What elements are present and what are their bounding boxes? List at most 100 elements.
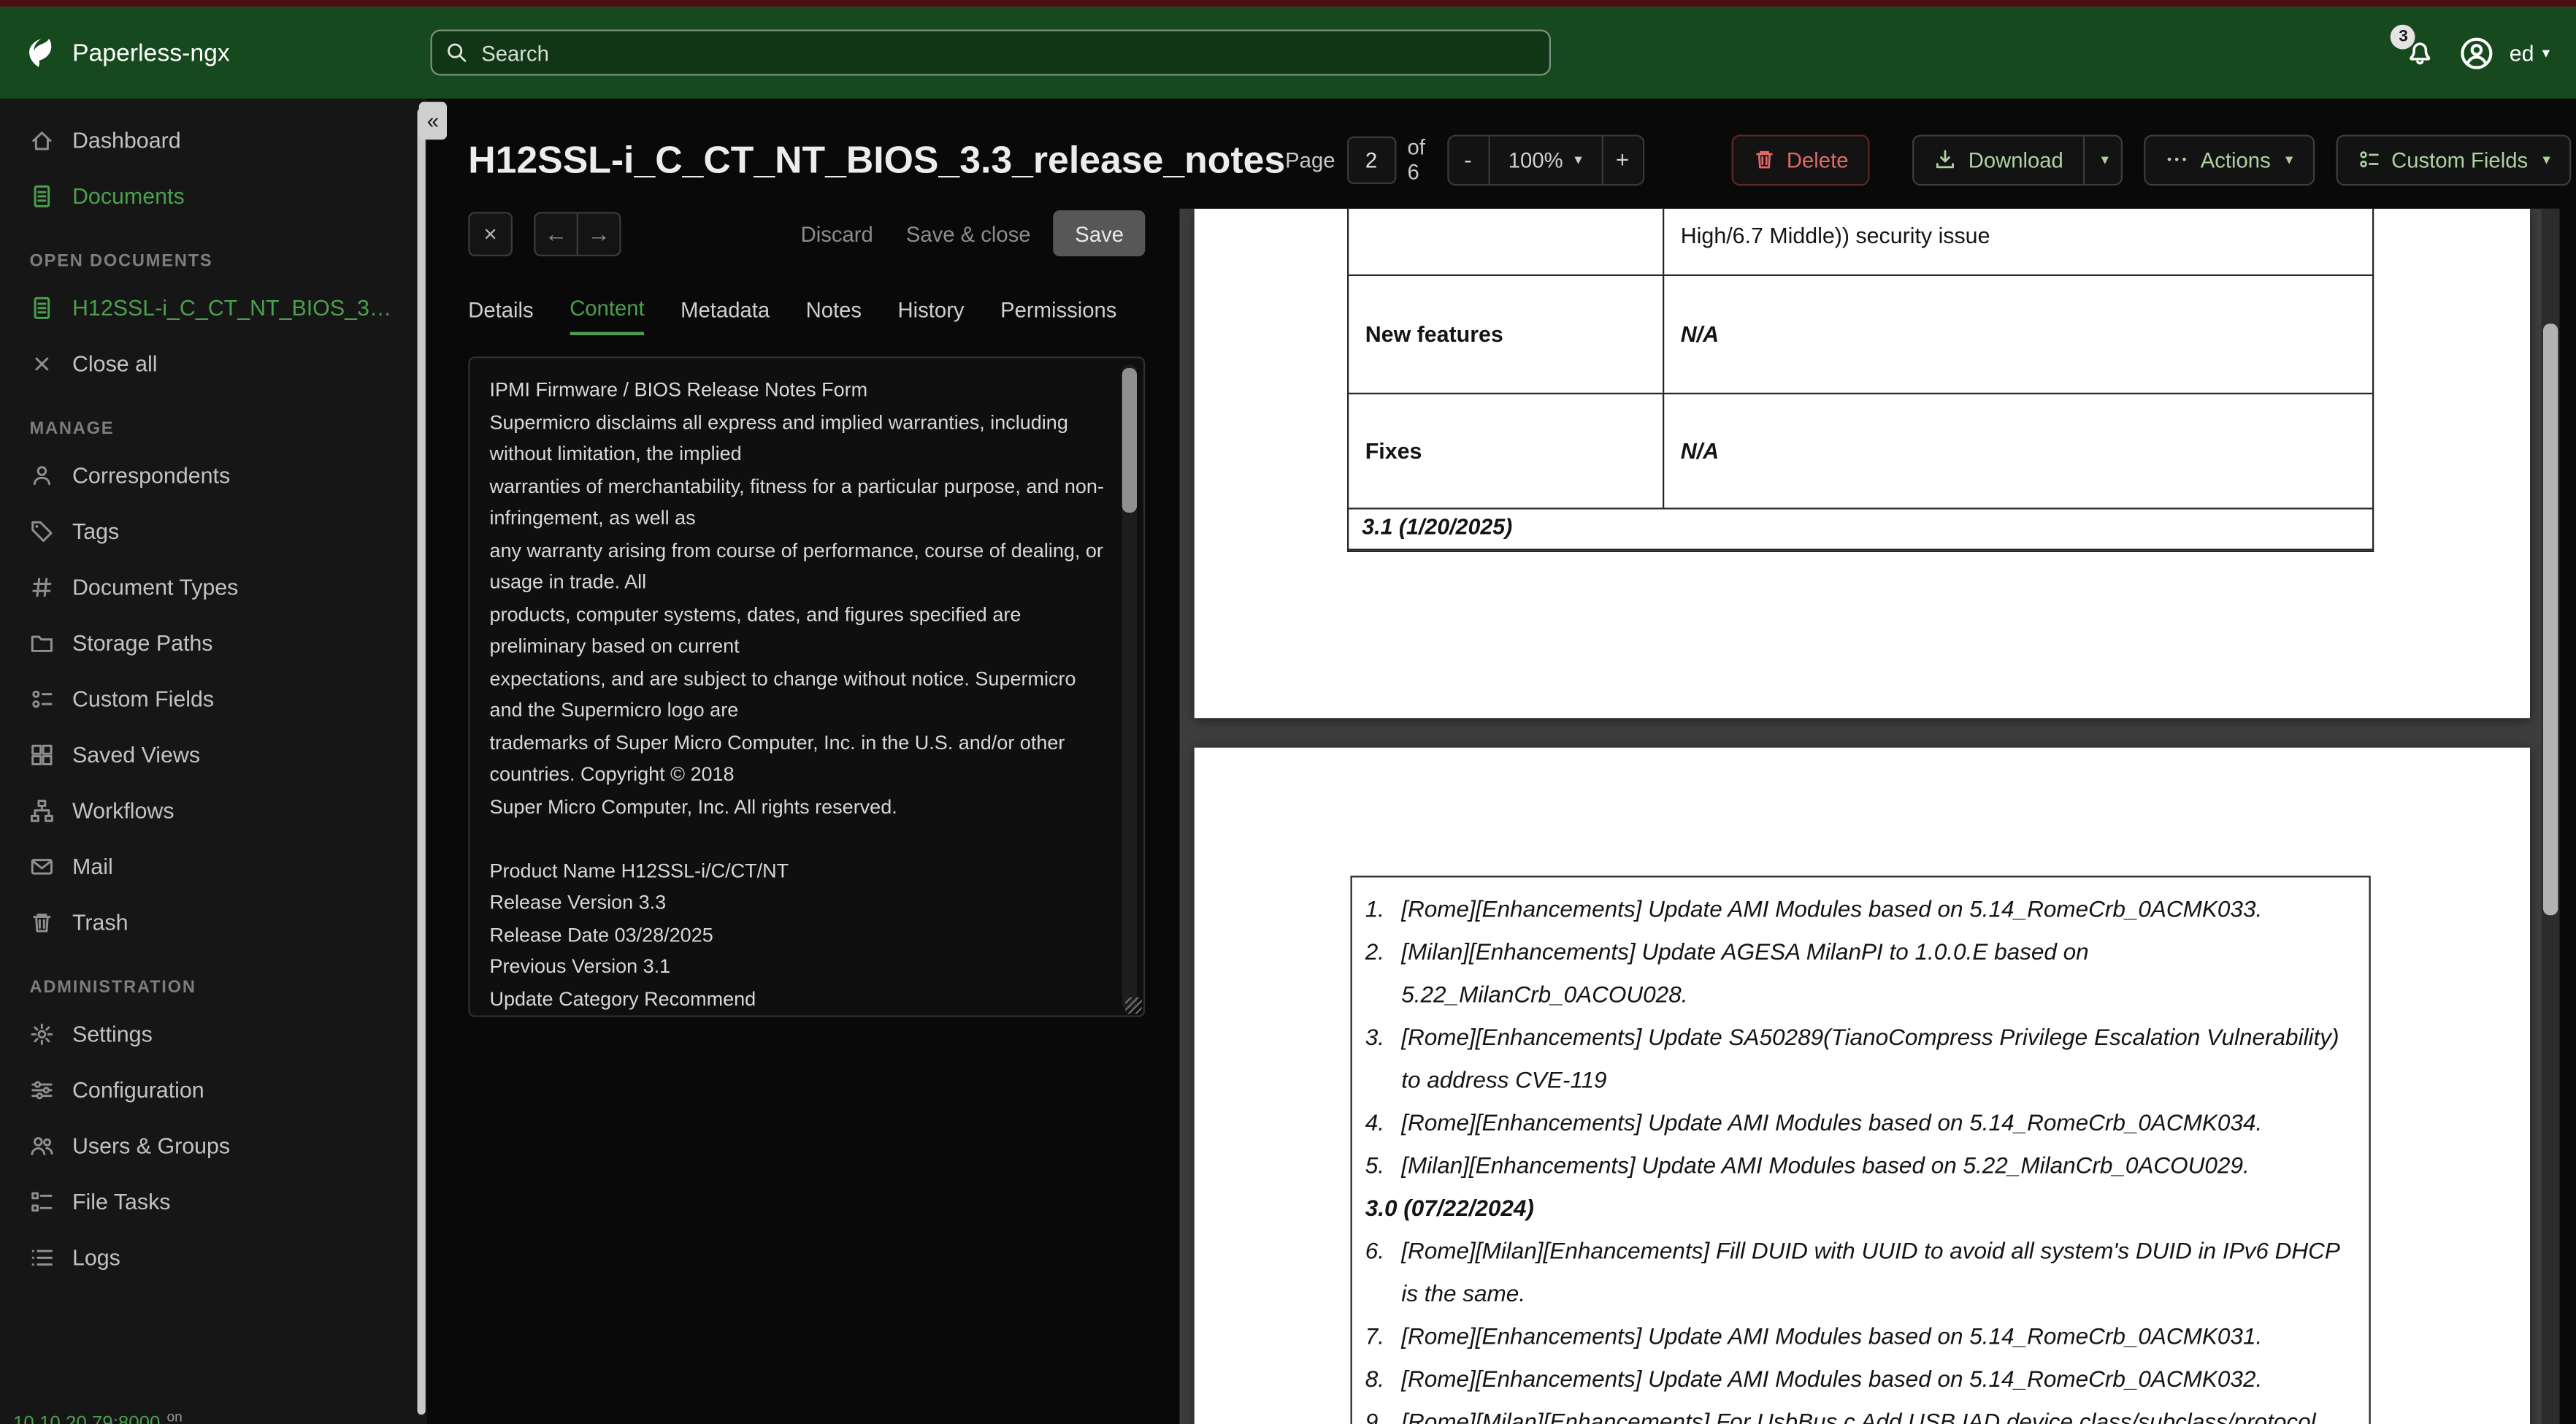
delete-button[interactable]: Delete bbox=[1730, 134, 1870, 185]
sidebar-item-label: Trash bbox=[72, 909, 129, 935]
sidebar-item-label: Settings bbox=[72, 1021, 153, 1046]
sidebar-item-label: Document Types bbox=[72, 574, 239, 600]
zoom-controls: - 100% ▾ + bbox=[1446, 134, 1644, 185]
close-all-label: Close all bbox=[72, 351, 158, 376]
tab-content[interactable]: Content bbox=[570, 296, 645, 335]
sidebar-item-trash[interactable]: Trash bbox=[0, 894, 427, 950]
document-content-textarea[interactable]: IPMI Firmware / BIOS Release Notes Form … bbox=[468, 356, 1146, 1017]
folder-icon bbox=[31, 635, 53, 651]
sidebar-item-storage-paths[interactable]: Storage Paths bbox=[0, 615, 427, 671]
sidebar-item-label: Documents bbox=[72, 183, 185, 208]
table-cell-value: High/6.7 Middle)) security issue bbox=[1680, 223, 1990, 248]
release-note-item: 1. [Rome][Enhancements] Update AMI Modul… bbox=[1362, 887, 2355, 930]
download-dropdown-button[interactable]: ▾ bbox=[2085, 134, 2124, 185]
item-number: 3. bbox=[1365, 1023, 1385, 1050]
sidebar-item-label: Logs bbox=[72, 1244, 120, 1270]
zoom-select[interactable]: 100% ▾ bbox=[1487, 134, 1603, 185]
sidebar-item-custom-fields[interactable]: Custom Fields bbox=[0, 670, 427, 727]
sidebar-item-mail[interactable]: Mail bbox=[0, 838, 427, 895]
editor-toolbar: × ← → Discard Save & close Save bbox=[468, 210, 1146, 256]
brand[interactable]: Paperless-ngx bbox=[0, 35, 431, 69]
document-nav-buttons: ← → bbox=[534, 211, 621, 256]
zoom-in-button[interactable]: + bbox=[1601, 134, 1644, 185]
toggles-icon bbox=[2359, 151, 2378, 168]
people-icon bbox=[31, 1136, 53, 1155]
table-row: Fixes N/A bbox=[1349, 394, 2372, 510]
release-notes-list-box: 1. [Rome][Enhancements] Update AMI Modul… bbox=[1350, 876, 2371, 1424]
page-total: of 6 bbox=[1407, 134, 1425, 185]
tab-history[interactable]: History bbox=[898, 296, 965, 335]
sidebar-scrollbar[interactable] bbox=[417, 108, 426, 1415]
textarea-scrollbar-thumb[interactable] bbox=[1122, 368, 1137, 513]
actions-button[interactable]: Actions ▾ bbox=[2144, 134, 2315, 185]
sidebar-item-file-tasks[interactable]: File Tasks bbox=[0, 1174, 427, 1230]
table-row: High/6.7 Middle)) security issue bbox=[1349, 208, 2372, 276]
paperless-logo-icon bbox=[29, 37, 52, 66]
sidebar-item-correspondents[interactable]: Correspondents bbox=[0, 447, 427, 503]
tab-permissions[interactable]: Permissions bbox=[1000, 296, 1116, 335]
sidebar-item-label: Correspondents bbox=[72, 462, 231, 488]
tab-metadata[interactable]: Metadata bbox=[681, 296, 770, 335]
sidebar-item-saved-views[interactable]: Saved Views bbox=[0, 727, 427, 783]
textarea-resize-grip[interactable] bbox=[1125, 997, 1142, 1014]
release-note-item: 7. [Rome][Enhancements] Update AMI Modul… bbox=[1362, 1314, 2355, 1358]
sidebar-item-document-types[interactable]: Document Types bbox=[0, 559, 427, 615]
preview-scrollbar-thumb[interactable] bbox=[2543, 324, 2558, 916]
sidebar-collapse-button[interactable]: « bbox=[418, 102, 447, 140]
tab-notes[interactable]: Notes bbox=[806, 296, 862, 335]
next-document-button[interactable]: → bbox=[576, 211, 621, 256]
search-input[interactable] bbox=[430, 29, 1551, 76]
release-note-item: 6. [Rome][Milan][Enhancements] Fill DUID… bbox=[1362, 1229, 2355, 1314]
sidebar-item-label: Mail bbox=[72, 853, 113, 878]
open-document-label: H12SSL-i_C_CT_NT_BIOS_3.3_rel... bbox=[72, 294, 398, 320]
sidebar-item-logs[interactable]: Logs bbox=[0, 1229, 427, 1285]
sidebar-heading-administration: ADMINISTRATION bbox=[29, 977, 196, 998]
close-document-button[interactable]: × bbox=[468, 211, 513, 256]
arrow-left-icon: ← bbox=[544, 220, 568, 247]
zoom-out-button[interactable]: - bbox=[1446, 134, 1490, 185]
item-text: [Rome][Enhancements] Update AMI Modules … bbox=[1401, 895, 2263, 922]
envelope-icon bbox=[31, 857, 53, 874]
release-note-item: 8. [Rome][Enhancements] Update AMI Modul… bbox=[1362, 1358, 2355, 1401]
release-note-item: 4. [Rome][Enhancements] Update AMI Modul… bbox=[1362, 1101, 2355, 1144]
sidebar-item-workflows[interactable]: Workflows bbox=[0, 782, 427, 838]
custom-fields-button[interactable]: Custom Fields ▾ bbox=[2335, 134, 2572, 185]
sidebar-item-label: Tags bbox=[72, 518, 120, 543]
page-number-input[interactable] bbox=[1346, 135, 1396, 183]
user-menu[interactable]: ed ▾ bbox=[2510, 40, 2550, 65]
sidebar-item-documents[interactable]: Documents bbox=[0, 168, 427, 224]
sidebar-item-configuration[interactable]: Configuration bbox=[0, 1062, 427, 1118]
release-notes-table: High/6.7 Middle)) security issue New fea… bbox=[1347, 208, 2374, 552]
table-cell-value: N/A bbox=[1680, 438, 1720, 464]
editor-tabs: Details Content Metadata Notes History P… bbox=[468, 296, 1145, 335]
sidebar-item-settings[interactable]: Settings bbox=[0, 1006, 427, 1062]
save-button[interactable]: Save bbox=[1054, 210, 1146, 256]
notifications-button[interactable]: 3 bbox=[2391, 24, 2436, 68]
previous-document-button[interactable]: ← bbox=[534, 211, 578, 256]
release-note-item: 9. [Rome][Milan][Enhancements] For UsbBu… bbox=[1362, 1400, 2355, 1424]
sidebar-item-label: Saved Views bbox=[72, 741, 201, 767]
discard-button[interactable]: Discard bbox=[784, 221, 889, 246]
sidebar-item-label: Configuration bbox=[72, 1076, 204, 1102]
caret-down-icon: ▾ bbox=[2542, 150, 2550, 167]
item-text: [Rome][Enhancements] Update AMI Modules … bbox=[1401, 1322, 2263, 1350]
sidebar-open-document[interactable]: H12SSL-i_C_CT_NT_BIOS_3.3_rel... bbox=[0, 280, 427, 336]
footer-suffix: on bbox=[166, 1408, 183, 1424]
download-button[interactable]: Download bbox=[1912, 134, 2085, 185]
top-navbar: Paperless-ngx 3 ed ▾ bbox=[0, 7, 2576, 99]
checklist-icon bbox=[31, 1191, 53, 1211]
document-editor-panel: × ← → Discard Save & close Save Details … bbox=[468, 207, 1146, 1424]
host-link[interactable]: 10.10.20.79:8000 bbox=[13, 1415, 160, 1424]
release-note-item: 5. [Milan][Enhancements] Update AMI Modu… bbox=[1362, 1144, 2355, 1187]
sidebar-item-label: Workflows bbox=[72, 797, 175, 823]
sidebar-item-tags[interactable]: Tags bbox=[0, 503, 427, 559]
item-number: 4. bbox=[1365, 1109, 1385, 1136]
search-bar bbox=[430, 29, 1551, 76]
sidebar-item-dashboard[interactable]: Dashboard bbox=[0, 112, 427, 168]
item-number: 9. bbox=[1365, 1408, 1385, 1424]
sidebar-close-all[interactable]: Close all bbox=[0, 335, 427, 391]
tab-details[interactable]: Details bbox=[468, 296, 533, 335]
sidebar-item-users-groups[interactable]: Users & Groups bbox=[0, 1117, 427, 1174]
sidebar-item-label: Custom Fields bbox=[72, 686, 215, 711]
save-and-close-button[interactable]: Save & close bbox=[889, 221, 1047, 246]
